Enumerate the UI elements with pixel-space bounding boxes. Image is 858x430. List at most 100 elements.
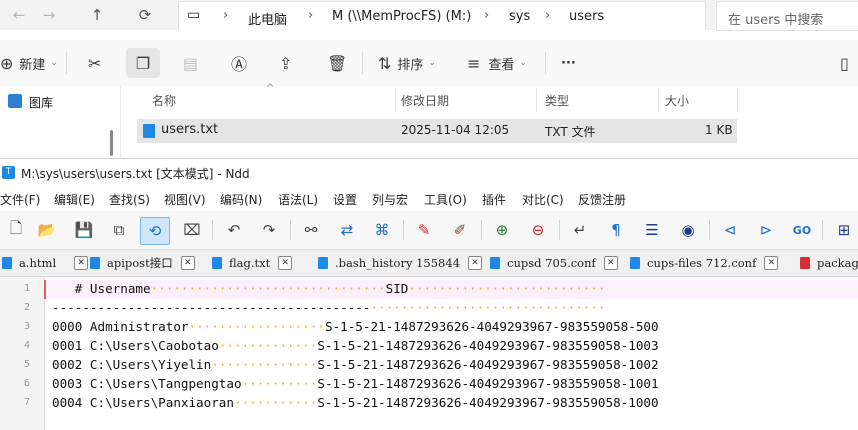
sort-button[interactable]: ⇅ 排序 ⌄ — [378, 48, 436, 78]
divider — [290, 220, 291, 240]
zoom-out-icon[interactable]: ⊖ — [524, 217, 552, 243]
up-arrow-icon[interactable]: ↑ — [86, 4, 108, 26]
menu-tools[interactable]: 工具(O) — [424, 191, 467, 208]
editor-line[interactable]: # Username······························… — [52, 281, 606, 300]
divider[interactable] — [395, 88, 396, 112]
details-pane-button[interactable]: ▯ — [840, 48, 849, 78]
column-header-type[interactable]: 类型 — [545, 92, 569, 109]
file-name[interactable]: users.txt — [161, 122, 218, 137]
breadcrumb[interactable]: ▭ › 此电脑 › M (\\MemProcFS) (M:) › sys › u… — [178, 1, 706, 30]
show-all-chars-icon[interactable]: ¶ — [602, 217, 630, 243]
goto-icon[interactable]: GO — [788, 217, 816, 243]
crumb-this-pc[interactable]: 此电脑 — [248, 9, 287, 28]
menu-compare[interactable]: 对比(C) — [522, 191, 564, 208]
close-icon[interactable]: ✕ — [180, 256, 195, 270]
editor-line[interactable]: 0003 C:\Users\Tangpengtao··········S-1-5… — [52, 376, 659, 395]
refresh-icon[interactable]: ⟳ — [134, 4, 156, 26]
delete-button[interactable]: 🗑 — [327, 48, 347, 78]
save-all-icon[interactable]: ⧉ — [105, 217, 133, 243]
close-icon[interactable]: ✕ — [278, 256, 293, 270]
column-header-name[interactable]: 名称 — [152, 92, 176, 109]
bookmark-icon[interactable]: ⌘ — [368, 217, 396, 243]
replace-icon[interactable]: ⇄ — [333, 217, 361, 243]
new-file-icon[interactable]: 🗋 — [2, 217, 30, 243]
record-icon[interactable]: ◉ — [674, 217, 702, 243]
tab-flag-txt[interactable]: flag.txt ✕ — [212, 252, 293, 274]
column-header-size[interactable]: 大小 — [665, 92, 689, 109]
scrollbar-thumb[interactable] — [110, 130, 113, 156]
back-arrow-icon[interactable]: ← — [8, 4, 30, 26]
indent-guide-icon[interactable]: ☰ — [638, 217, 666, 243]
share-button[interactable]: ⇪ — [279, 48, 292, 78]
crumb-drive[interactable]: M (\\MemProcFS) (M:) — [332, 9, 471, 24]
divider[interactable] — [658, 88, 659, 112]
tab-marker: ············· — [218, 338, 318, 353]
tab-apipost[interactable]: apipost接口 ✕ — [90, 252, 195, 274]
search-input[interactable]: 在 users 中搜索 — [716, 1, 858, 31]
editor-line[interactable]: 0000 Administrator··················S-1-… — [52, 319, 659, 338]
tab-package[interactable]: package — [800, 252, 858, 274]
menu-plugins[interactable]: 插件 — [482, 191, 506, 208]
tab-marker: ··········· — [233, 395, 318, 410]
menu-find[interactable]: 查找(S) — [109, 191, 150, 208]
paste-button[interactable]: ▤ — [183, 48, 198, 78]
divider — [481, 220, 482, 240]
next-icon[interactable]: ⊳ — [752, 217, 780, 243]
forward-arrow-icon[interactable]: → — [38, 4, 60, 26]
divider — [545, 52, 546, 74]
find-binoculars-icon[interactable]: ⚯ — [297, 217, 325, 243]
crumb-users[interactable]: users — [569, 9, 604, 24]
chevron-right-icon[interactable]: › — [308, 8, 313, 23]
close-icon[interactable]: ✕ — [764, 256, 779, 270]
close-file-icon[interactable]: ⌧ — [178, 217, 206, 243]
menu-view[interactable]: 视图(V) — [164, 191, 206, 208]
editor-line[interactable]: 0004 C:\Users\Panxiaoran···········S-1-5… — [52, 395, 659, 414]
mark-icon[interactable]: ✎ — [410, 217, 438, 243]
editor-line[interactable]: ----------------------------------------… — [52, 300, 606, 319]
split-view-icon[interactable]: ⊞ — [830, 217, 858, 243]
undo-icon[interactable]: ↶ — [220, 217, 248, 243]
tab-a-html[interactable]: a.html ✕ — [2, 252, 89, 274]
redo-icon[interactable]: ↷ — [255, 217, 283, 243]
tab-marker: ······························· — [150, 281, 386, 296]
tab-cupsd-conf[interactable]: cupsd 705.conf ✕ — [490, 252, 618, 274]
editor-line[interactable]: 0002 C:\Users\Yiyelin··············S-1-5… — [52, 357, 659, 376]
title-bar[interactable]: T M:\sys\users\users.txt [文本模式] - Ndd — [0, 159, 858, 187]
menu-file[interactable]: 文件(F) — [0, 191, 40, 208]
cut-button[interactable]: ✂ — [88, 48, 101, 78]
menu-columns-macros[interactable]: 列与宏 — [372, 191, 408, 208]
nav-item-gallery[interactable]: 图库 — [29, 94, 53, 111]
divider[interactable] — [536, 88, 537, 112]
more-options-button[interactable]: ··· — [561, 48, 576, 78]
save-icon[interactable]: 💾 — [70, 217, 98, 243]
close-icon[interactable]: ✕ — [74, 256, 89, 270]
chevron-right-icon[interactable]: › — [223, 8, 228, 23]
menu-encoding[interactable]: 编码(N) — [220, 191, 262, 208]
tab-bash-history[interactable]: .bash_history 155844 ✕ — [318, 252, 483, 274]
chevron-right-icon[interactable]: › — [545, 8, 550, 23]
close-icon[interactable]: ✕ — [468, 256, 483, 270]
copy-button[interactable]: ❐ — [126, 48, 160, 78]
crumb-sys[interactable]: sys — [509, 9, 530, 24]
reload-icon[interactable]: ⟲ — [140, 217, 170, 245]
clear-mark-icon[interactable]: ✐ — [446, 217, 474, 243]
tab-cups-files-conf[interactable]: cups-files 712.conf ✕ — [630, 252, 779, 274]
menu-syntax[interactable]: 语法(L) — [278, 191, 318, 208]
open-folder-icon[interactable]: 📂 — [33, 217, 61, 243]
previous-icon[interactable]: ⊲ — [716, 217, 744, 243]
chevron-right-icon[interactable]: › — [484, 8, 489, 23]
view-button[interactable]: ≡ 查看 ⌄ — [467, 48, 527, 78]
wrap-icon[interactable]: ↵ — [566, 217, 594, 243]
plus-circle-icon: ⊕ — [0, 53, 14, 73]
column-header-modified[interactable]: 修改日期 — [401, 92, 449, 109]
rename-button[interactable]: Ⓐ — [231, 48, 247, 78]
editor-line[interactable]: 0001 C:\Users\Caobotao·············S-1-5… — [52, 338, 659, 357]
menu-edit[interactable]: 编辑(E) — [54, 191, 95, 208]
zoom-in-icon[interactable]: ⊕ — [488, 217, 516, 243]
menu-settings[interactable]: 设置 — [333, 191, 357, 208]
new-button[interactable]: ⊕ 新建 ⌄ — [0, 48, 58, 78]
divider[interactable] — [737, 88, 738, 112]
menu-feedback[interactable]: 反馈注册 — [578, 191, 626, 208]
close-icon[interactable]: ✕ — [603, 256, 618, 270]
text-editor[interactable]: 1 2 3 4 5 6 7 # Username················… — [0, 277, 858, 430]
